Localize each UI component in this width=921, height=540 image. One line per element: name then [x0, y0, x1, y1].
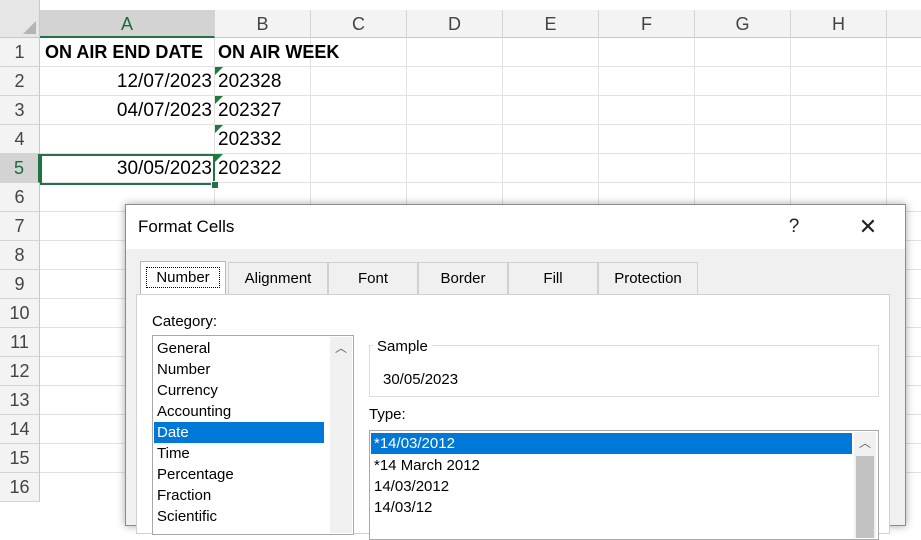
tab-fill[interactable]: Fill: [508, 262, 598, 294]
row-header-12[interactable]: 12: [0, 357, 40, 386]
row-header-5[interactable]: 5: [0, 154, 40, 183]
row-header-7[interactable]: 7: [0, 212, 40, 241]
dialog-titlebar[interactable]: Format Cells ? ✕: [126, 205, 905, 249]
category-item[interactable]: Fraction: [154, 485, 324, 506]
cell-a1[interactable]: ON AIR END DATE: [42, 38, 215, 67]
sample-label: Sample: [373, 338, 432, 355]
row-header-1[interactable]: 1: [0, 38, 40, 67]
select-all-button[interactable]: [0, 0, 40, 38]
formula-area-edge: [40, 0, 921, 10]
row-header-3[interactable]: 3: [0, 96, 40, 125]
error-indicator-icon[interactable]: [215, 67, 223, 75]
format-cells-dialog: Format Cells ? ✕ Number Alignment Font B…: [125, 204, 906, 540]
row-header-4[interactable]: 4: [0, 125, 40, 154]
fill-handle[interactable]: [211, 181, 219, 189]
type-label: Type:: [369, 406, 406, 423]
column-header-g[interactable]: G: [695, 10, 791, 38]
cell-b4[interactable]: 202332: [215, 125, 311, 154]
row-header-6[interactable]: 6: [0, 183, 40, 212]
category-list[interactable]: General Number Currency Accounting Date …: [152, 335, 354, 535]
category-item[interactable]: General: [154, 338, 324, 359]
tab-protection[interactable]: Protection: [598, 262, 698, 294]
column-header-i[interactable]: [887, 10, 921, 38]
tab-number[interactable]: Number: [140, 261, 226, 295]
category-item-selected[interactable]: Date: [154, 422, 324, 443]
category-item[interactable]: Scientific: [154, 506, 324, 527]
error-indicator-icon[interactable]: [215, 154, 223, 162]
column-header-h[interactable]: H: [791, 10, 887, 38]
type-item-selected[interactable]: *14/03/2012: [371, 433, 852, 454]
scroll-up-icon[interactable]: ︿: [854, 432, 876, 454]
column-header-a[interactable]: A: [40, 10, 215, 38]
row-header-13[interactable]: 13: [0, 386, 40, 415]
row-header-15[interactable]: 15: [0, 444, 40, 473]
sample-value: 30/05/2023: [383, 371, 459, 388]
type-item[interactable]: 14/03/12: [371, 497, 852, 518]
tab-number-label: Number: [146, 267, 220, 288]
category-item[interactable]: Accounting: [154, 401, 324, 422]
category-scrollbar[interactable]: ︿: [330, 337, 352, 533]
row-header-2[interactable]: 2: [0, 67, 40, 96]
scroll-up-icon[interactable]: ︿: [330, 337, 352, 359]
row-header-10[interactable]: 10: [0, 299, 40, 328]
type-list[interactable]: *14/03/2012 *14 March 2012 14/03/2012 14…: [369, 430, 879, 540]
number-tab-panel: Category: General Number Currency Accoun…: [136, 294, 890, 540]
help-button[interactable]: ?: [766, 209, 822, 245]
column-header-e[interactable]: E: [503, 10, 599, 38]
cell-b3[interactable]: 202327: [215, 96, 311, 125]
cell-a2[interactable]: 12/07/2023: [40, 67, 215, 96]
close-button[interactable]: ✕: [838, 209, 898, 245]
category-item[interactable]: Currency: [154, 380, 324, 401]
error-indicator-icon[interactable]: [215, 96, 223, 104]
category-label: Category:: [152, 313, 218, 330]
tab-border[interactable]: Border: [418, 262, 508, 294]
column-header-d[interactable]: D: [407, 10, 503, 38]
select-all-icon: [23, 21, 36, 34]
cell-b5[interactable]: 202322: [215, 154, 311, 183]
column-header-f[interactable]: F: [599, 10, 695, 38]
row-header-11[interactable]: 11: [0, 328, 40, 357]
row-header-14[interactable]: 14: [0, 415, 40, 444]
type-item[interactable]: *14 March 2012: [371, 455, 852, 476]
cell-a4[interactable]: [40, 125, 215, 154]
category-item[interactable]: Time: [154, 443, 324, 464]
cell-a3[interactable]: 04/07/2023: [40, 96, 215, 125]
tab-font[interactable]: Font: [328, 262, 418, 294]
category-item[interactable]: Number: [154, 359, 324, 380]
row-header-16[interactable]: 16: [0, 473, 40, 502]
cell-b2[interactable]: 202328: [215, 67, 311, 96]
scroll-thumb[interactable]: [856, 456, 874, 538]
category-item[interactable]: Percentage: [154, 464, 324, 485]
column-header-c[interactable]: C: [311, 10, 407, 38]
error-indicator-icon[interactable]: [215, 125, 223, 133]
type-item[interactable]: 14/03/2012: [371, 476, 852, 497]
cell-b1[interactable]: ON AIR WEEK: [215, 38, 365, 67]
row-header-9[interactable]: 9: [0, 270, 40, 299]
tab-alignment[interactable]: Alignment: [228, 262, 328, 294]
column-header-b[interactable]: B: [215, 10, 311, 38]
active-cell-border: [40, 154, 215, 185]
type-scrollbar[interactable]: ︿: [854, 432, 876, 538]
dialog-title: Format Cells: [138, 217, 235, 236]
row-header-8[interactable]: 8: [0, 241, 40, 270]
